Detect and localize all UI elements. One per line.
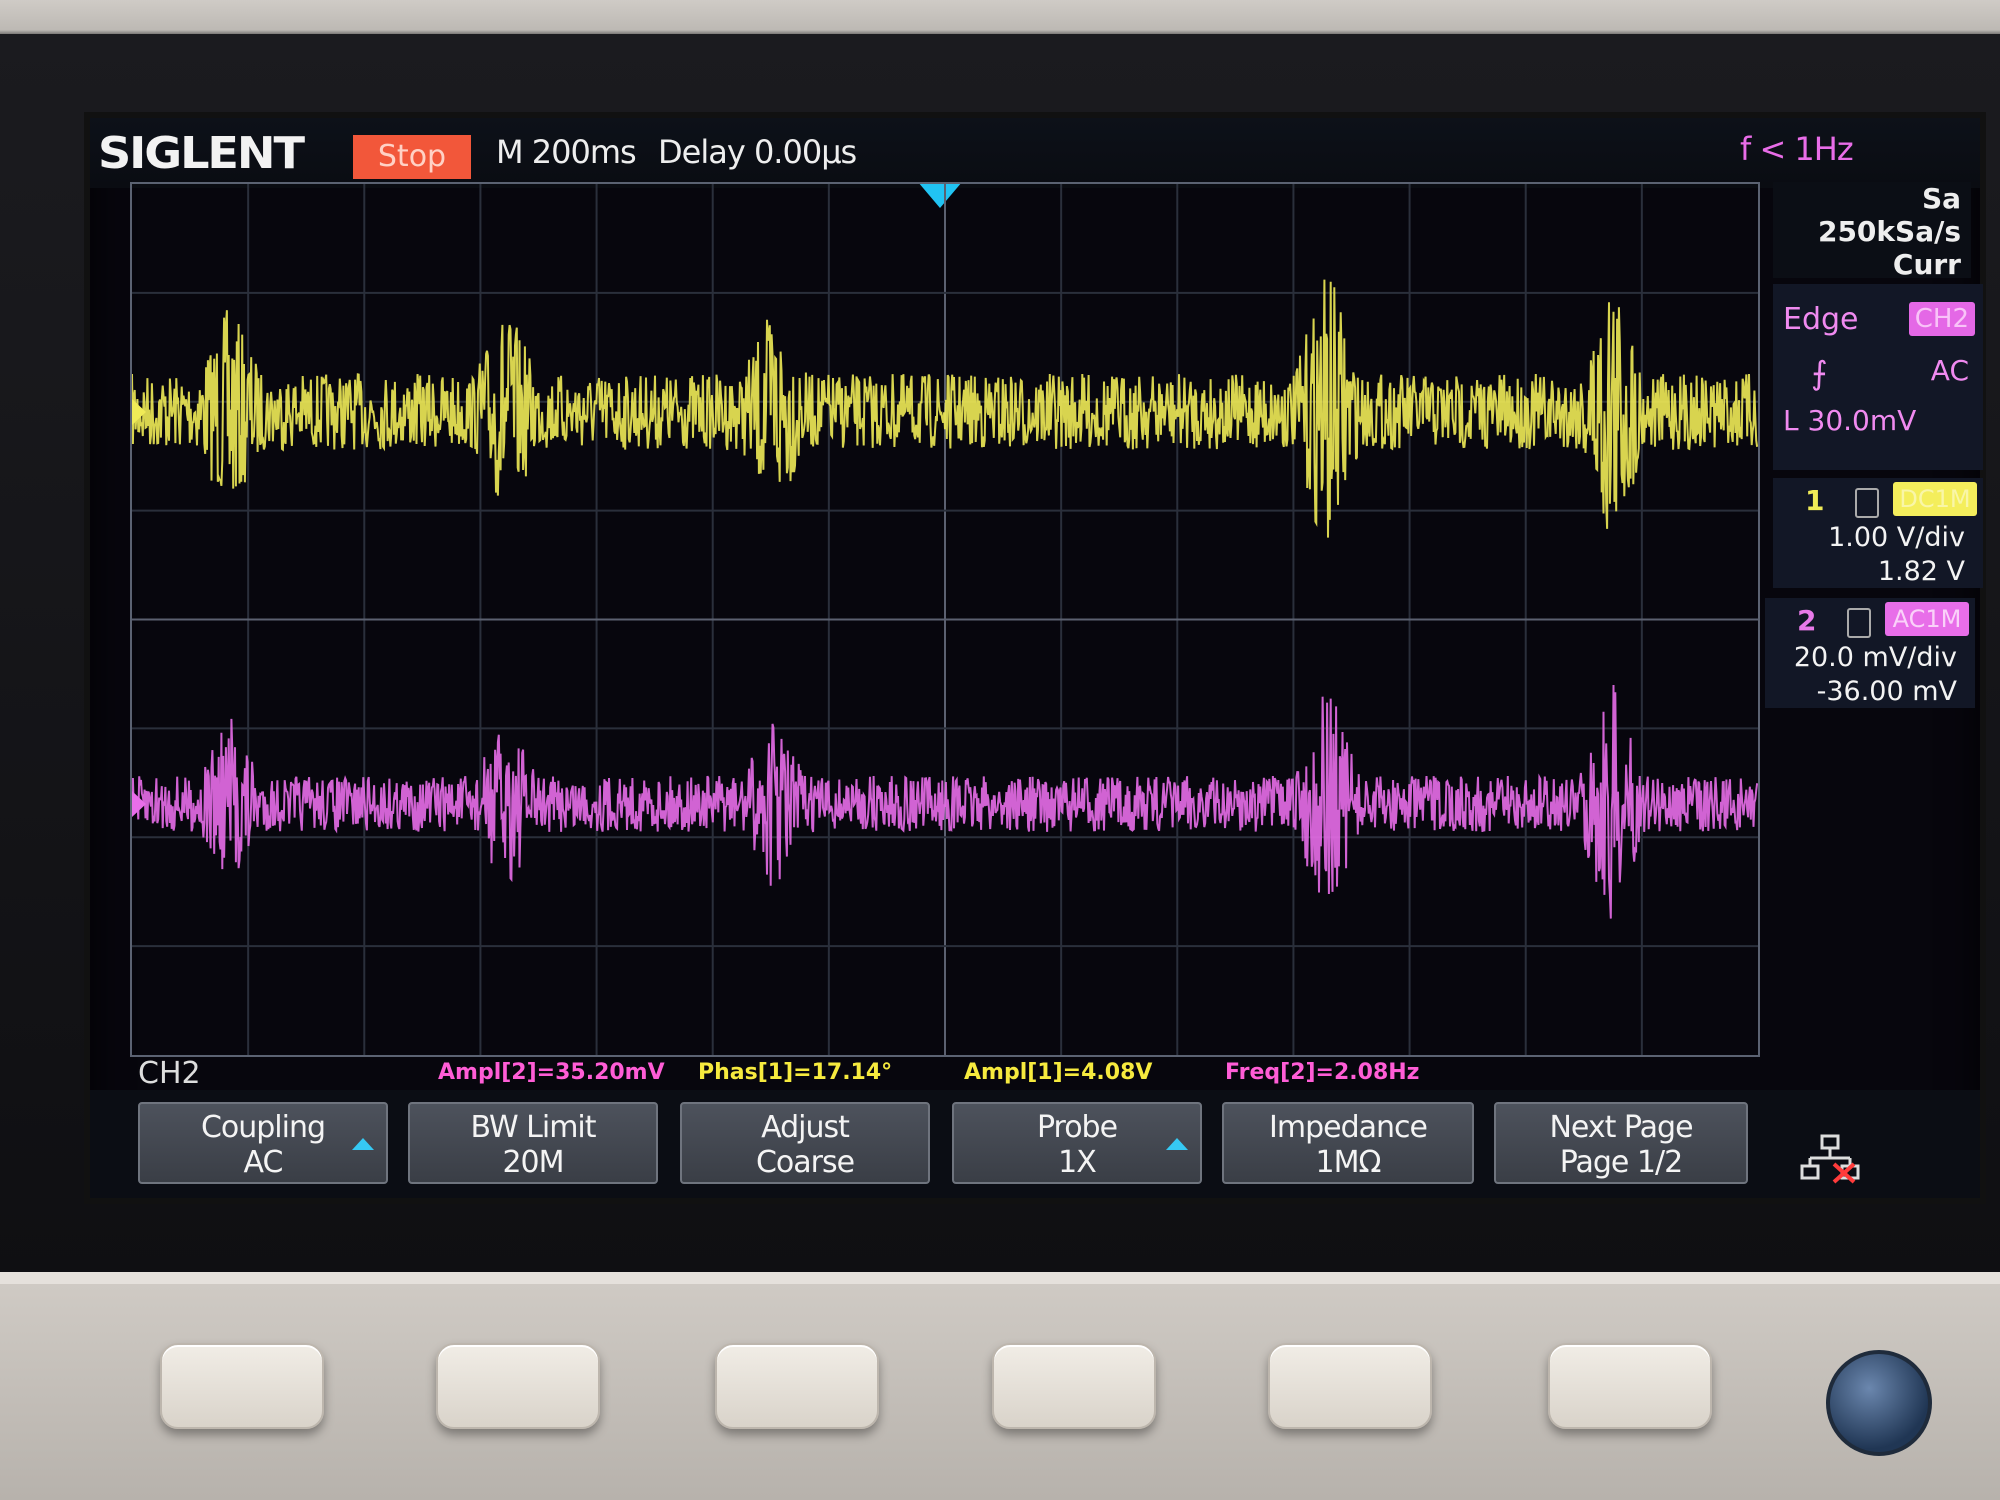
- channel-offset: -36.00 mV: [1816, 676, 1957, 707]
- submenu-arrow-icon: [352, 1138, 374, 1150]
- menu-title: Coupling: [200, 1110, 326, 1145]
- channel-coupling-badge: DC1M: [1893, 482, 1977, 516]
- network-icon: [1800, 1134, 1860, 1184]
- channel-1-panel[interactable]: 1 DC1M 1.00 V/div 1.82 V: [1773, 478, 1983, 588]
- channel-coupling-badge: AC1M: [1885, 602, 1969, 636]
- submenu-arrow-icon: [1166, 1138, 1188, 1150]
- trigger-panel[interactable]: Edge CH2 ⨍ AC L 30.0mV: [1773, 284, 1983, 470]
- probe-menu-button[interactable]: Probe 1X: [952, 1102, 1202, 1184]
- trigger-level: L 30.0mV: [1783, 404, 1917, 437]
- menu-value: 20M: [502, 1145, 564, 1180]
- menu-title: Probe: [1036, 1110, 1118, 1145]
- brand-logo: SIGLENT: [98, 128, 305, 179]
- delay-readout: Delay 0.00μs: [658, 133, 857, 171]
- oscilloscope-screen: SIGLENT Stop M 200ms Delay 0.00μs f < 1H…: [90, 118, 1983, 1198]
- measurement-item: Ampl[2]=35.20mV: [438, 1060, 665, 1085]
- menu-title: Next Page: [1549, 1110, 1693, 1145]
- sample-rate: Sa 250kSa/s: [1817, 182, 1961, 248]
- hardware-softkey-2[interactable]: [436, 1343, 600, 1429]
- channel-scale: 1.00 V/div: [1828, 522, 1965, 553]
- menu-title: BW Limit: [470, 1110, 596, 1145]
- menu-value: 1X: [1058, 1145, 1097, 1180]
- trigger-frequency-readout: f < 1Hz: [1740, 130, 1854, 168]
- menu-value: AC: [243, 1145, 284, 1180]
- measurement-item: Ampl[1]=4.08V: [964, 1060, 1153, 1085]
- active-channel-label: CH2: [138, 1056, 201, 1091]
- trigger-source-badge: CH2: [1908, 302, 1975, 336]
- impedance-menu-button[interactable]: Impedance 1MΩ: [1222, 1102, 1474, 1184]
- channel-number: 2: [1797, 604, 1817, 637]
- trigger-type: Edge: [1783, 302, 1859, 337]
- channel-offset: 1.82 V: [1877, 556, 1965, 587]
- waveform-grid: [130, 182, 1760, 1057]
- waveform-display: [132, 184, 1758, 1055]
- universal-knob[interactable]: [1826, 1350, 1932, 1456]
- next-page-menu-button[interactable]: Next Page Page 1/2: [1494, 1102, 1748, 1184]
- channel-number: 1: [1805, 484, 1825, 517]
- menu-value: Page 1/2: [1559, 1145, 1683, 1180]
- timebase-readout: M 200ms: [496, 133, 637, 171]
- adjust-menu-button[interactable]: Adjust Coarse: [680, 1102, 930, 1184]
- hardware-softkey-3[interactable]: [715, 1343, 879, 1429]
- measurement-item: Phas[1]=17.14°: [698, 1060, 893, 1085]
- channel-icon: [1855, 488, 1879, 518]
- menu-title: Adjust: [761, 1110, 850, 1145]
- coupling-menu-button[interactable]: Coupling AC: [138, 1102, 388, 1184]
- menu-value: 1MΩ: [1315, 1145, 1382, 1180]
- trigger-coupling: AC: [1930, 354, 1969, 387]
- channel-icon: [1847, 608, 1871, 638]
- hardware-softkey-1[interactable]: [160, 1343, 324, 1429]
- status-bar: SIGLENT Stop M 200ms Delay 0.00μs f < 1H…: [90, 118, 1980, 188]
- channel-scale: 20.0 mV/div: [1793, 642, 1957, 673]
- hardware-softkey-5[interactable]: [1268, 1343, 1432, 1429]
- bw-limit-menu-button[interactable]: BW Limit 20M: [408, 1102, 658, 1184]
- hardware-softkey-6[interactable]: [1548, 1343, 1712, 1429]
- measurement-item: Freq[2]=2.08Hz: [1225, 1060, 1420, 1085]
- menu-value: Coarse: [755, 1145, 855, 1180]
- menu-title: Impedance: [1269, 1110, 1428, 1145]
- rising-edge-icon: ⨍: [1811, 354, 1828, 392]
- channel-2-panel[interactable]: 2 AC1M 20.0 mV/div -36.00 mV: [1765, 598, 1975, 708]
- soft-menu-bar: Coupling AC BW Limit 20M Adjust Coarse P…: [90, 1090, 1980, 1198]
- acquisition-panel: Sa 250kSa/s Curr 700kpts: [1773, 182, 1971, 314]
- run-state-badge[interactable]: Stop: [353, 135, 471, 179]
- hardware-softkey-4[interactable]: [992, 1343, 1156, 1429]
